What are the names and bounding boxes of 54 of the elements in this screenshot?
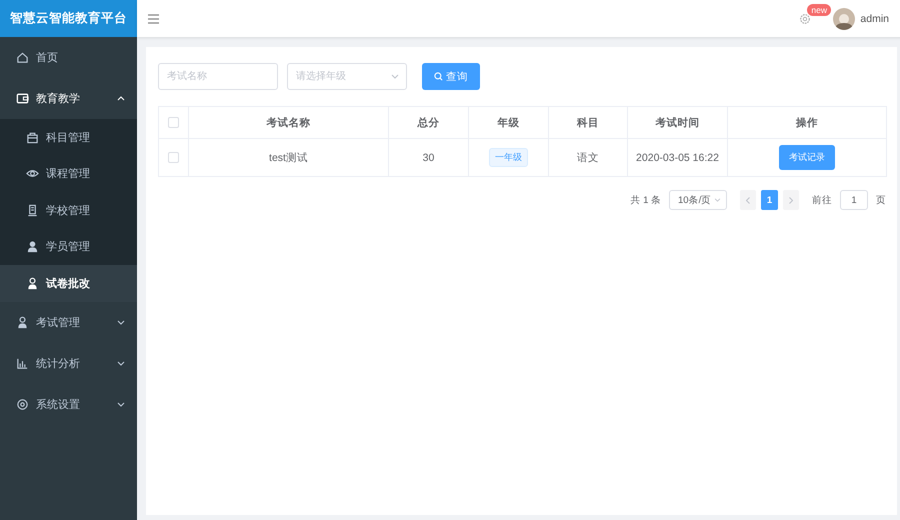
menu-item[interactable]: 考试管理 [0, 302, 137, 342]
person-icon [26, 276, 39, 290]
goto-label: 前往 [812, 194, 832, 206]
home-icon [16, 51, 29, 64]
app-logo: 智慧云智能教育平台 [0, 0, 137, 37]
grade-select[interactable]: 请选择年级 [287, 63, 407, 90]
previous-page-button[interactable] [740, 190, 756, 210]
page-input[interactable]: 1 [840, 190, 868, 210]
menu-item[interactable]: 学校管理 [0, 192, 137, 228]
menu-item[interactable]: 首页 [0, 37, 137, 78]
settings-icon [16, 398, 29, 410]
menu-item[interactable]: 系统设置 [0, 384, 137, 424]
menu-item[interactable]: 统计分析 [0, 342, 137, 384]
column-header: 科目 [548, 106, 628, 138]
column-header: 操作 [728, 106, 886, 138]
checkbox[interactable] [168, 152, 179, 164]
column-header: 考试时间 [628, 106, 728, 138]
checkbox[interactable] [168, 117, 179, 128]
chevron-icon [117, 360, 125, 366]
table-cell: test测试 [188, 138, 388, 176]
chevron-icon [117, 96, 125, 101]
menu-item[interactable]: 课程管理 [0, 156, 137, 192]
chevron-right-icon [789, 196, 793, 204]
chevron-icon [117, 402, 125, 406]
table-cell: 2020-03-05 16:22 [628, 138, 728, 176]
page-suffix: 页 [876, 194, 886, 206]
menu-item[interactable]: 教育教学 [0, 78, 137, 119]
new-badge: new [807, 4, 831, 16]
table-cell: 语文 [548, 138, 628, 176]
next-page-button[interactable] [783, 190, 799, 210]
page-size-select[interactable]: 10条/页 [669, 190, 727, 210]
total-count: 共 1 条 [630, 194, 661, 206]
search-icon [434, 72, 443, 81]
column-header: 年级 [468, 106, 548, 138]
menu-item[interactable]: 科目管理 [0, 119, 137, 156]
settings-icon[interactable] [799, 12, 812, 24]
bar-chart-icon [16, 356, 29, 370]
building-icon [26, 204, 39, 217]
table-cell: 30 [388, 138, 468, 176]
column-header: 考试名称 [188, 106, 388, 138]
wallet-icon [16, 92, 29, 105]
avatar[interactable] [833, 8, 856, 30]
grade-tag: 一年级 [489, 148, 528, 167]
menu-icon[interactable] [148, 14, 159, 24]
bag-icon [26, 130, 39, 144]
chevron-icon [117, 320, 125, 324]
exam-name-field[interactable]: 考试名称 [158, 63, 278, 90]
user-name[interactable]: admin [860, 12, 889, 24]
person-icon [16, 316, 29, 328]
column-header: 总分 [388, 106, 468, 138]
menu-item[interactable]: 学员管理 [0, 228, 137, 265]
person-icon [26, 240, 39, 254]
chevron-left-icon [746, 196, 750, 204]
menu-item[interactable]: 试卷批改 [0, 265, 137, 302]
